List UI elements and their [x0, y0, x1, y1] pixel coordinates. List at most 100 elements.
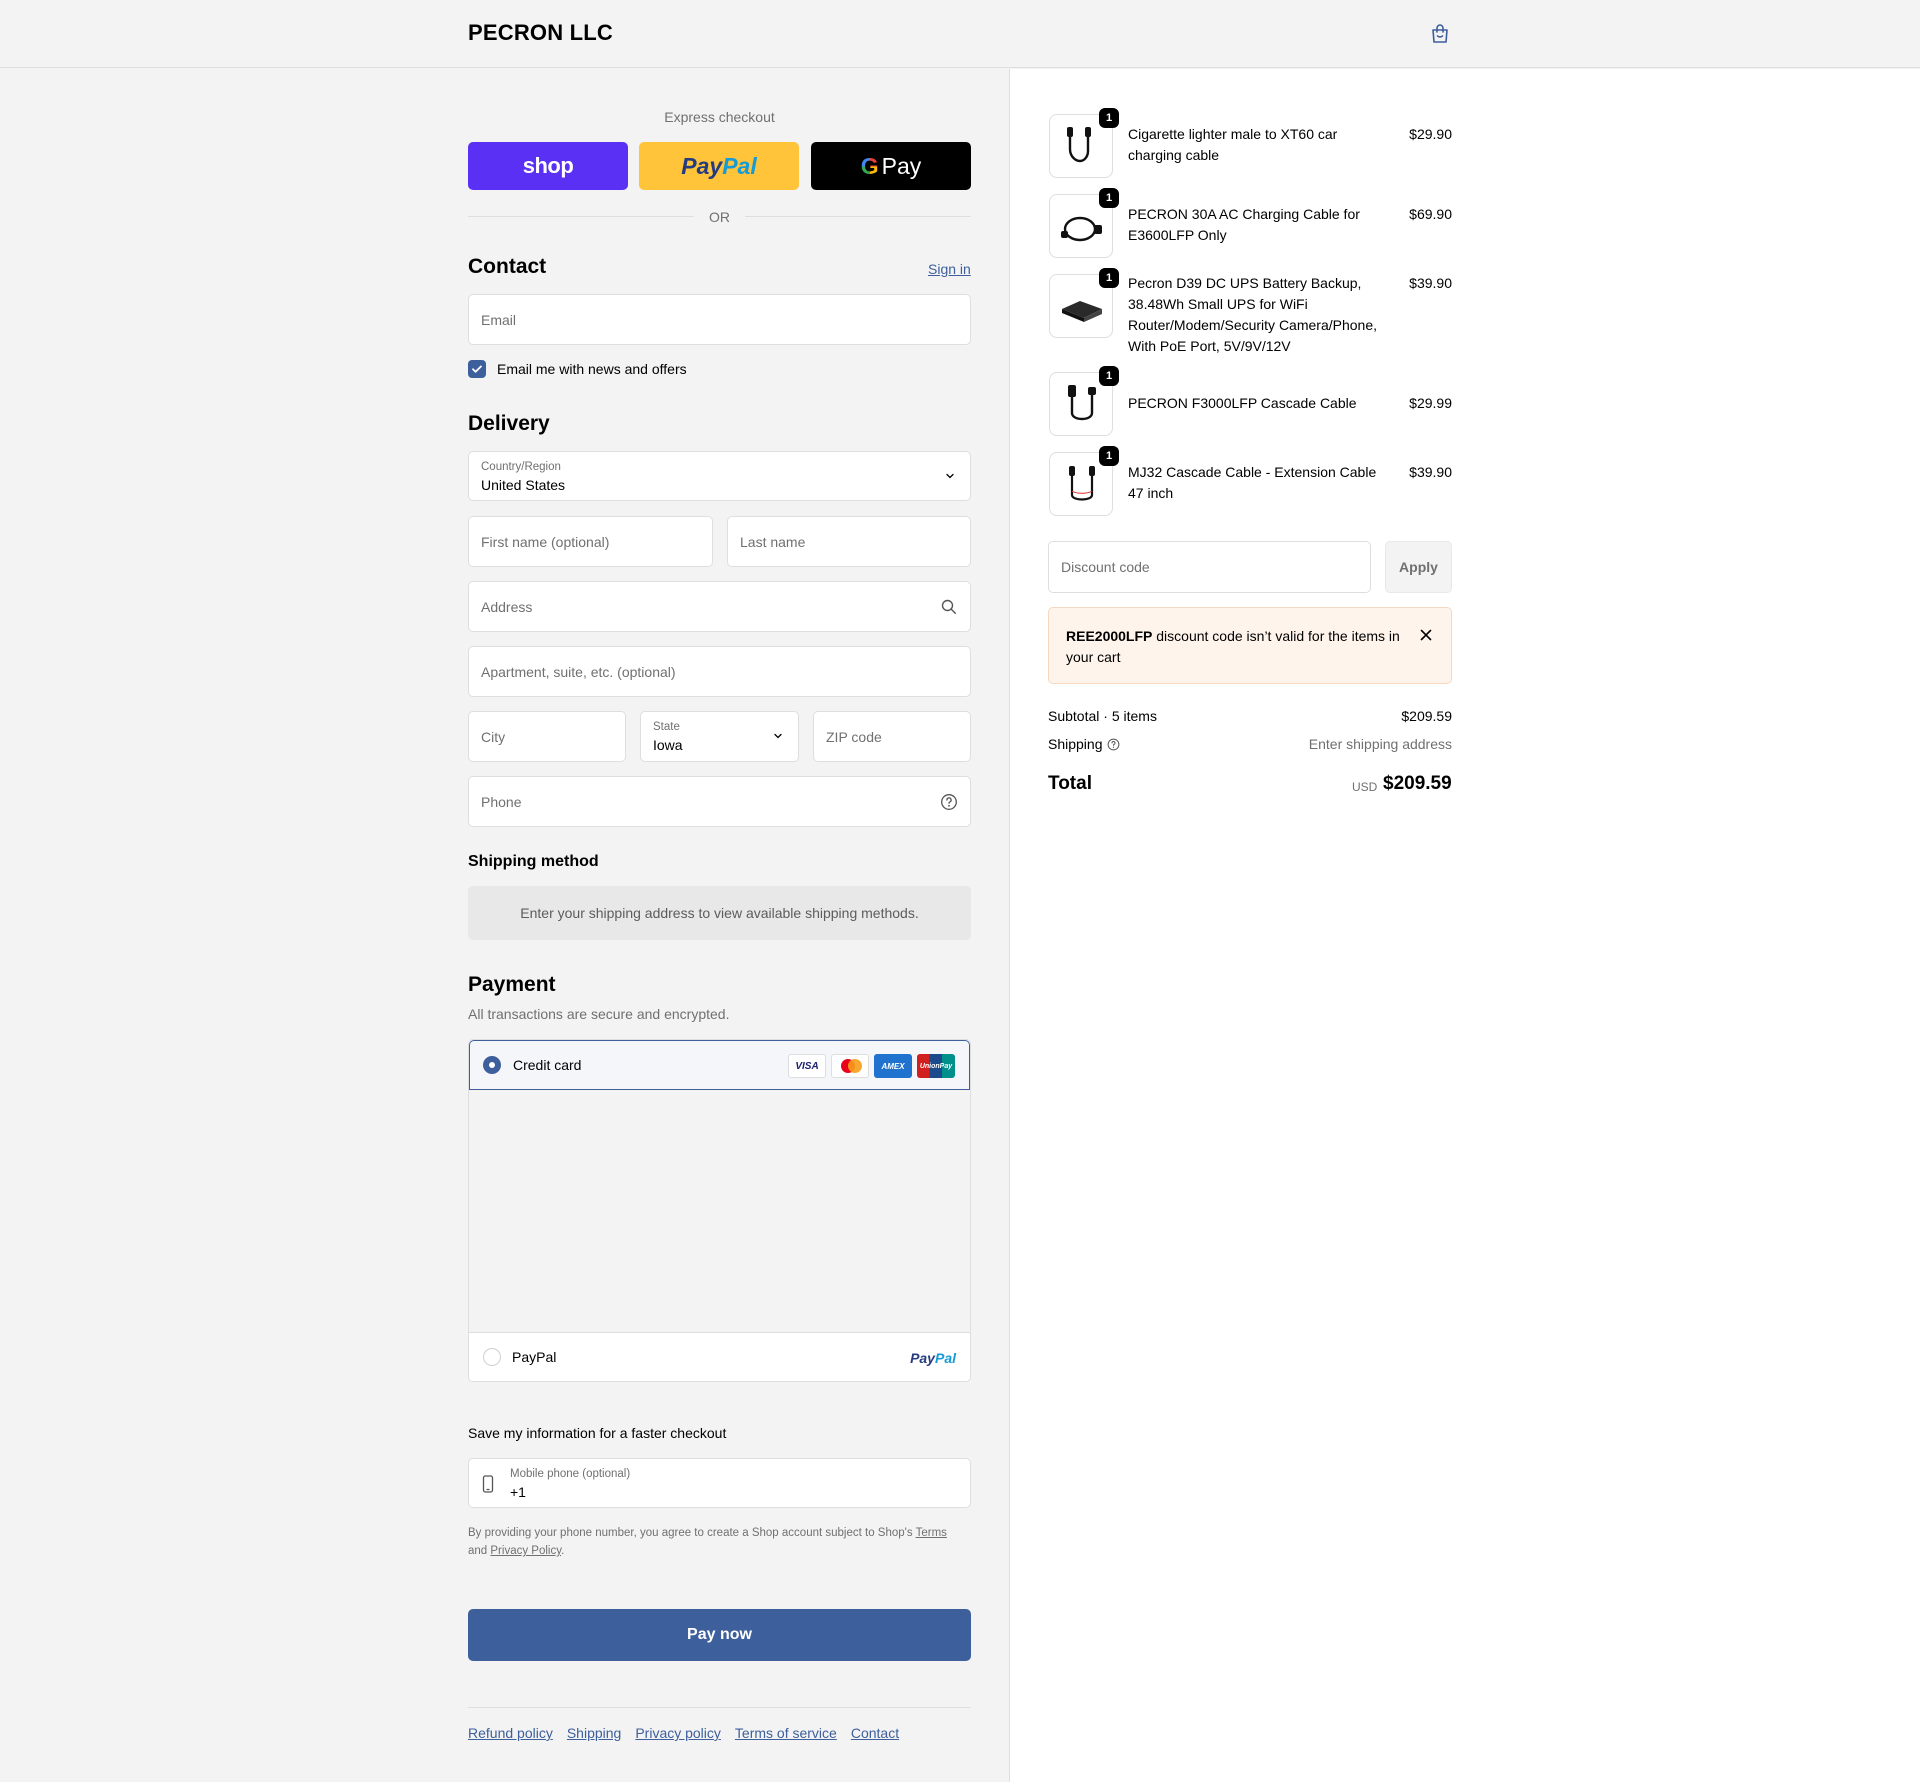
apartment-field[interactable] — [468, 646, 971, 697]
product-name: PECRON 30A AC Charging Cable for E3600LF… — [1128, 206, 1360, 243]
apply-discount-button[interactable]: Apply — [1385, 541, 1452, 593]
checkmark-icon — [472, 365, 482, 373]
discount-code-input[interactable] — [1049, 542, 1370, 592]
mastercard-icon — [831, 1054, 869, 1078]
sign-in-link[interactable]: Sign in — [928, 261, 971, 277]
total-currency: USD — [1352, 780, 1378, 794]
address-field[interactable] — [468, 581, 971, 632]
terms-link[interactable]: Terms — [916, 1527, 947, 1539]
terms-of-service-link[interactable]: Terms of service — [735, 1725, 837, 1741]
state-value: Iowa — [653, 737, 683, 753]
address-input[interactable] — [469, 582, 970, 631]
country-value: United States — [481, 477, 566, 493]
car-charging-cable-image — [1067, 127, 1091, 163]
discount-code-field[interactable] — [1048, 541, 1371, 593]
visa-icon: VISA — [788, 1054, 826, 1078]
state-select[interactable]: State Iowa — [640, 711, 799, 762]
payment-methods: Credit card VISA AMEX UnionPay PayPal Pa… — [468, 1039, 971, 1382]
payment-subtitle: All transactions are secure and encrypte… — [468, 1006, 730, 1022]
newsletter-checkbox[interactable] — [468, 360, 486, 378]
product-price: $69.90 — [1409, 206, 1452, 222]
mobile-phone-value[interactable]: +1 — [510, 1484, 526, 1500]
save-info-heading: Save my information for a faster checkou… — [468, 1425, 727, 1441]
help-icon[interactable] — [940, 793, 958, 811]
shipping-summary-value: Enter shipping address — [1308, 736, 1452, 752]
credit-card-radio[interactable] — [483, 1056, 501, 1074]
shipping-method-placeholder: Enter your shipping address to view avai… — [468, 886, 971, 940]
shop-legal-text: By providing your phone number, you agre… — [468, 1527, 947, 1557]
city-input[interactable] — [469, 712, 625, 761]
amex-icon: AMEX — [874, 1054, 912, 1078]
shipping-summary-label: Shipping — [1048, 736, 1120, 752]
quantity-badge: 1 — [1099, 268, 1119, 288]
product-name: Pecron D39 DC UPS Battery Backup, 38.48W… — [1128, 275, 1377, 354]
refund-policy-link[interactable]: Refund policy — [468, 1725, 553, 1741]
paypal-label: PayPal — [512, 1349, 557, 1365]
product-price: $29.90 — [1409, 126, 1452, 142]
first-name-input[interactable] — [469, 517, 712, 566]
total-value: $209.59 — [1383, 773, 1452, 794]
search-icon[interactable] — [940, 598, 958, 616]
header: PECRON LLC — [0, 0, 1920, 68]
ac-charging-cable-image — [1061, 216, 1102, 242]
email-input[interactable] — [469, 295, 970, 344]
shopping-bag-icon[interactable] — [1428, 22, 1452, 46]
state-label: State — [653, 721, 680, 733]
paypal-radio[interactable] — [483, 1348, 501, 1366]
product-name: MJ32 Cascade Cable - Extension Cable 47 … — [1128, 464, 1377, 501]
paypal-express-button[interactable]: Pay Pal — [639, 142, 799, 190]
credit-card-fields-area — [469, 1090, 970, 1332]
city-field[interactable] — [468, 711, 626, 762]
credit-card-option[interactable]: Credit card VISA AMEX UnionPay — [469, 1040, 970, 1090]
first-name-field[interactable] — [468, 516, 713, 567]
contact-heading: Contact — [468, 255, 547, 278]
email-field[interactable] — [468, 294, 971, 345]
mobile-phone-field[interactable]: Mobile phone (optional) +1 — [468, 1458, 971, 1508]
country-select[interactable]: Country/Region United States — [468, 451, 971, 501]
subtotal-value: $209.59 — [1401, 708, 1452, 724]
pay-now-button[interactable]: Pay now — [468, 1609, 971, 1661]
product-name: Cigarette lighter male to XT60 car charg… — [1128, 126, 1338, 163]
subtotal-label: Subtotal · 5 items — [1048, 708, 1157, 724]
shop-pay-button[interactable]: shop — [468, 142, 628, 190]
apartment-input[interactable] — [469, 647, 970, 696]
phone-field[interactable] — [468, 776, 971, 827]
shipping-method-heading: Shipping method — [468, 853, 599, 870]
privacy-link[interactable]: Privacy Policy — [490, 1545, 561, 1557]
footer-links: Refund policy Shipping Privacy policy Te… — [468, 1725, 899, 1741]
last-name-input[interactable] — [728, 517, 970, 566]
cascade-cable-image — [1068, 385, 1096, 421]
country-label: Country/Region — [481, 461, 561, 473]
product-thumbnail: 1 — [1049, 268, 1119, 338]
product-thumbnail: 1 — [1049, 108, 1119, 178]
paypal-option[interactable]: PayPal PayPal — [469, 1332, 970, 1381]
google-pay-label: Pay — [881, 152, 922, 179]
last-name-field[interactable] — [727, 516, 971, 567]
newsletter-label: Email me with news and offers — [497, 361, 687, 377]
express-checkout-title: Express checkout — [664, 109, 775, 125]
google-g-icon: G — [860, 152, 879, 179]
privacy-policy-link[interactable]: Privacy policy — [635, 1725, 721, 1741]
product-thumbnail: 1 — [1049, 446, 1119, 516]
store-logo[interactable]: PECRON LLC — [468, 20, 613, 46]
google-pay-button[interactable]: G Pay — [811, 142, 971, 190]
shop-pay-label: shop — [522, 153, 574, 178]
product-thumbnail: 1 — [1049, 366, 1119, 436]
or-divider: OR — [468, 208, 971, 225]
zip-input[interactable] — [814, 712, 970, 761]
shipping-policy-link[interactable]: Shipping — [567, 1725, 622, 1741]
help-icon[interactable] — [1107, 738, 1120, 751]
paypal-logo-part2: Pal — [722, 152, 757, 179]
phone-input[interactable] — [469, 777, 970, 826]
contact-link[interactable]: Contact — [851, 1725, 899, 1741]
product-name: PECRON F3000LFP Cascade Cable — [1128, 395, 1357, 411]
zip-field[interactable] — [813, 711, 971, 762]
extension-cable-image — [1069, 466, 1095, 501]
or-label: OR — [709, 209, 730, 225]
quantity-badge: 1 — [1099, 366, 1119, 386]
unionpay-icon: UnionPay — [917, 1054, 955, 1078]
product-price: $29.99 — [1409, 395, 1452, 411]
product-thumbnail: 1 — [1049, 188, 1119, 258]
paypal-logo-part1: Pay — [681, 152, 723, 179]
close-icon[interactable] — [1419, 628, 1433, 642]
